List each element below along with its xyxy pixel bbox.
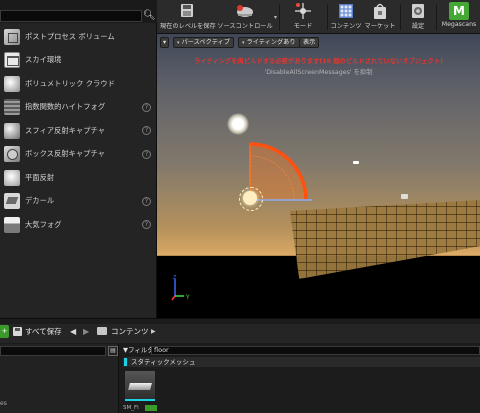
- info-icon[interactable]: ?: [142, 196, 151, 206]
- megascans-icon: M: [449, 2, 469, 20]
- marketplace-bag-icon: [374, 3, 386, 19]
- toolbar-separator: [327, 4, 328, 30]
- planar-reflection-icon: [4, 169, 20, 186]
- actor-list-item[interactable]: スフィア反射キャプチャ?: [0, 119, 157, 143]
- sphere-reflection-icon: [4, 122, 20, 139]
- asset-name-label: SM_Fl: [123, 405, 139, 411]
- level-viewport[interactable]: ▾ ▾ パースペクティブ ▾ ライティングあり 表示 ライティングを再ビルドする必要…: [157, 34, 480, 318]
- folder-icon[interactable]: [97, 327, 107, 335]
- toolbar-separator: [436, 4, 437, 30]
- info-icon[interactable]: ?: [142, 220, 151, 229]
- toolbar-separator: [279, 4, 280, 30]
- actor-list-item[interactable]: ポストプロセス ボリューム: [0, 25, 157, 49]
- actor-list-item[interactable]: 平面反射: [0, 166, 157, 190]
- actor-list-item-label: 指数関数的ハイトフォグ: [25, 102, 106, 112]
- actor-list-item[interactable]: 大気フォグ?: [0, 213, 157, 237]
- chevron-down-icon: ▾: [177, 40, 180, 46]
- viewport-options-button[interactable]: ▾: [160, 37, 169, 48]
- show-button[interactable]: 表示: [299, 37, 320, 48]
- actor-list-item-label: ボリュメトリック クラウド: [25, 78, 115, 88]
- breadcrumb-content[interactable]: コンテンツ: [111, 325, 149, 338]
- toolbar-separator: [400, 4, 401, 30]
- sun-glow: [227, 113, 249, 135]
- back-arrow-icon[interactable]: ◀: [70, 325, 76, 338]
- add-new-button[interactable]: +: [0, 325, 9, 338]
- actor-list-item-label: 大気フォグ: [25, 219, 62, 229]
- filter-button[interactable]: ▼フィルタ: [123, 346, 154, 355]
- save-icon: [181, 4, 193, 17]
- actor-list-item-label: スカイ環境: [25, 55, 62, 65]
- modes-button[interactable]: モード: [281, 0, 325, 34]
- content-browser: + すべて保存 ◀ ▶ コンテンツ ▶ ▤ es ▼フィルタ floor スタテ…: [0, 318, 480, 413]
- lighting-warning-text: ライティングを再ビルドする必要があります(16 個のビルドされていないオブジェク…: [193, 58, 443, 65]
- actor-list-item[interactable]: デカール?: [0, 190, 157, 214]
- source-control-dropdown-icon[interactable]: ▾: [274, 14, 277, 21]
- folder-tree-item[interactable]: es: [0, 400, 7, 407]
- filter-color-marker: [124, 358, 127, 366]
- main-toolbar: 現在のレベルを保存 ソースコントロール ▾ モード コンテンツ マーケット 設定…: [157, 0, 480, 34]
- settings-button[interactable]: 設定: [402, 0, 434, 34]
- post-process-volume-icon: [4, 28, 20, 45]
- source-control-button[interactable]: ソースコントロール: [215, 0, 275, 34]
- camera-actor-icon[interactable]: [401, 194, 408, 199]
- svg-text:Z: Z: [173, 275, 177, 281]
- save-all-button[interactable]: すべて保存: [25, 325, 62, 338]
- megascans-button[interactable]: M Megascans: [438, 0, 480, 34]
- forward-arrow-icon[interactable]: ▶: [83, 325, 89, 338]
- marketplace-button[interactable]: マーケット: [363, 0, 397, 34]
- perspective-button[interactable]: ▾ パースペクティブ: [173, 37, 234, 48]
- settings-icon: [412, 4, 424, 18]
- actor-list-item[interactable]: ボックス反射キャプチャ?: [0, 143, 157, 167]
- info-icon[interactable]: ?: [142, 149, 151, 159]
- actor-search-bar: 🔍︎: [0, 0, 157, 23]
- place-actors-panel: 🔍︎ ポストプロセス ボリューム スカイ環境 ボリュメトリック クラウド 指数関数的ハ…: [0, 0, 157, 318]
- search-icon[interactable]: 🔍︎: [143, 9, 156, 22]
- axis-indicator: Y Z: [171, 275, 190, 301]
- info-icon[interactable]: ?: [142, 102, 151, 112]
- actor-list-item-label: ポストプロセス ボリューム: [25, 31, 115, 41]
- volumetric-cloud-icon: [4, 75, 20, 92]
- sources-panel: ▤ es: [0, 344, 119, 413]
- asset-thumbnail[interactable]: [125, 371, 155, 401]
- asset-search-input[interactable]: floor: [151, 346, 480, 355]
- info-icon[interactable]: ?: [142, 126, 151, 135]
- floor-mesh-shading: [290, 199, 480, 279]
- actor-search-input[interactable]: [0, 10, 142, 22]
- lighting-mode-button[interactable]: ▾ ライティングあり: [238, 37, 300, 48]
- actor-list-item[interactable]: スカイ環境: [0, 49, 157, 73]
- atmospheric-fog-icon: [4, 216, 20, 233]
- static-mesh-filter-tag[interactable]: スタティックメッシュ: [123, 357, 480, 367]
- actor-list-item-label: 平面反射: [25, 172, 55, 182]
- plus-icon: +: [1, 327, 8, 335]
- chevron-down-icon: ▾: [162, 39, 167, 46]
- svg-text:Y: Y: [185, 294, 190, 301]
- folder-search-input[interactable]: [0, 346, 106, 356]
- decal-icon: [4, 193, 20, 210]
- chevron-right-icon[interactable]: ▶: [151, 325, 156, 338]
- content-grid-icon: [339, 4, 353, 18]
- height-fog-icon: [4, 99, 20, 116]
- box-reflection-icon: [4, 146, 20, 163]
- directional-light-icon[interactable]: [239, 187, 263, 211]
- actor-list-item-label: ボックス反射キャプチャ: [25, 149, 105, 159]
- modes-icon: [295, 3, 311, 19]
- actor-list-item[interactable]: 指数関数的ハイトフォグ?: [0, 96, 157, 120]
- save-all-icon[interactable]: [13, 327, 22, 336]
- actor-list-item-label: スフィア反射キャプチャ: [25, 125, 106, 135]
- content-button[interactable]: コンテンツ: [329, 0, 363, 34]
- viewport-toolbar: ▾ ▾ パースペクティブ ▾ ライティングあり 表示: [157, 34, 480, 50]
- actor-list: ポストプロセス ボリューム スカイ環境 ボリュメトリック クラウド 指数関数的ハイトフ…: [0, 25, 157, 237]
- source-control-icon: [237, 5, 253, 17]
- chevron-down-icon: ▾: [242, 40, 245, 46]
- asset-status-badge: [145, 405, 157, 411]
- save-level-button[interactable]: 現在のレベルを保存: [160, 0, 216, 34]
- disable-messages-text: 'DisableAllScreenMessages' を抑制: [264, 69, 373, 76]
- actor-list-item-label: デカール: [25, 196, 55, 206]
- reflection-marker-icon[interactable]: [353, 161, 359, 164]
- sky-icon: [4, 52, 20, 69]
- actor-list-item[interactable]: ボリュメトリック クラウド: [0, 72, 157, 96]
- folder-options-icon[interactable]: ▤: [108, 346, 118, 356]
